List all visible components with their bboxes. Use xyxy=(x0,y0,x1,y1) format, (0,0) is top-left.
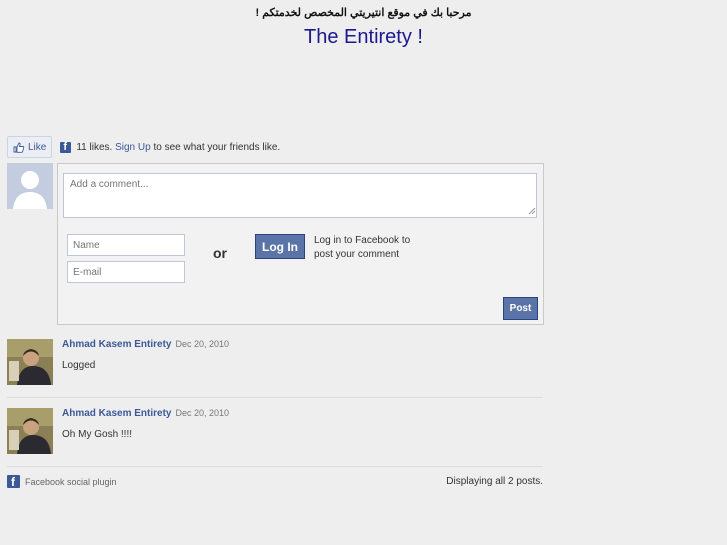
default-avatar-icon xyxy=(7,163,53,209)
post-text: Logged xyxy=(62,360,96,371)
post-date: Dec 20, 2010 xyxy=(175,339,230,349)
post-author[interactable]: Ahmad Kasem Entirety Dec 20, 2010 xyxy=(62,339,229,350)
resize-grip-icon[interactable] xyxy=(528,207,536,215)
post-date: Dec 20, 2010 xyxy=(175,408,230,418)
post-author-name[interactable]: Ahmad Kasem Entirety xyxy=(62,339,171,350)
signup-link[interactable]: Sign Up xyxy=(115,142,151,153)
like-count: 11 likes. xyxy=(76,141,113,153)
welcome-message: مرحبا بك في موقع انتيريتي المخصص لخدمتكم… xyxy=(255,7,472,19)
comment-form: or Log In Log in to Facebook to post you… xyxy=(57,163,544,325)
like-button-label: Like xyxy=(28,141,47,153)
post-button[interactable]: Post xyxy=(503,297,538,320)
facebook-icon xyxy=(7,475,20,489)
post-divider xyxy=(7,466,543,467)
social-plugin-footer[interactable]: Facebook social plugin xyxy=(7,475,117,489)
name-field[interactable] xyxy=(67,234,185,256)
login-button[interactable]: Log In xyxy=(255,234,305,259)
like-button[interactable]: Like xyxy=(7,136,53,158)
like-bar: Like 11 likes. Sign Up to see what your … xyxy=(7,136,280,158)
thumbs-up-icon xyxy=(13,142,25,153)
plugin-label[interactable]: Facebook social plugin xyxy=(25,477,117,487)
page-title: The Entirety ! xyxy=(304,26,423,48)
facebook-icon xyxy=(60,141,72,153)
like-count-text: 11 likes. Sign Up to see what your frien… xyxy=(76,142,280,153)
post-author-name[interactable]: Ahmad Kasem Entirety xyxy=(62,408,171,419)
or-separator: or xyxy=(213,245,227,261)
post-count: Displaying all 2 posts. xyxy=(446,476,543,487)
post-text: Oh My Gosh !!!! xyxy=(62,429,133,440)
like-suffix: to see what your friends like. xyxy=(153,141,281,153)
avatar[interactable] xyxy=(7,408,53,454)
comment-input[interactable] xyxy=(63,173,537,218)
avatar[interactable] xyxy=(7,339,53,385)
post-author[interactable]: Ahmad Kasem Entirety Dec 20, 2010 xyxy=(62,408,229,419)
email-field[interactable] xyxy=(67,261,185,283)
login-note: Log in to Facebook to post your comment xyxy=(314,235,411,260)
post-divider xyxy=(7,397,543,398)
